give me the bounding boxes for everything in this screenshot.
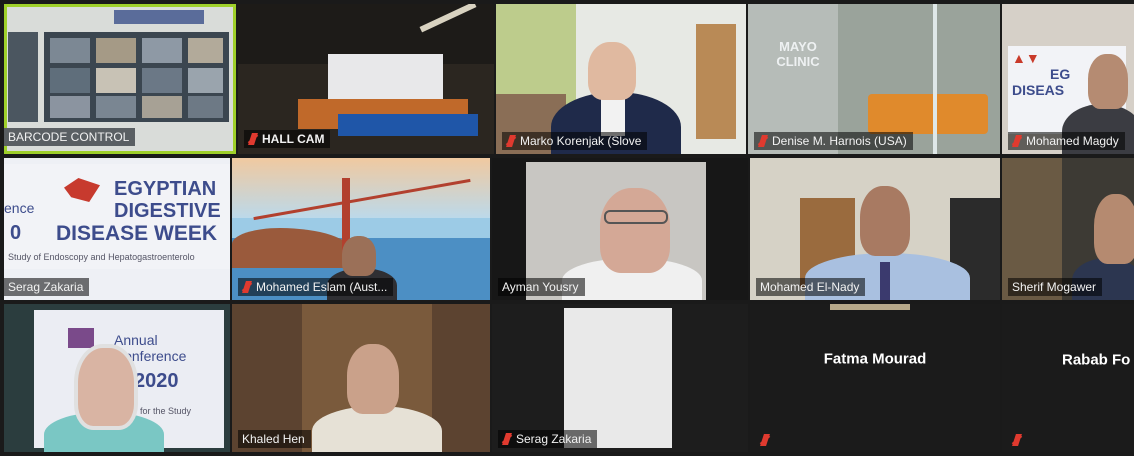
tile-ayman-yousry[interactable]: Ayman Yousry — [492, 158, 748, 300]
tile-sherif-mogawer[interactable]: Sherif Mogawer — [1002, 158, 1134, 300]
name-tag: HALL CAM — [244, 130, 331, 148]
muted-mic-icon — [1012, 135, 1022, 147]
participant-name: Khaled Hen — [242, 432, 305, 446]
participant-name: Marko Korenjak (Slove — [520, 134, 642, 148]
name-tag: Mohamed Magdy — [1008, 132, 1125, 150]
name-tag: Denise M. Harnois (USA) — [754, 132, 913, 150]
participant-name: Rabab Fo — [1062, 351, 1131, 369]
participant-name: Denise M. Harnois (USA) — [772, 134, 907, 148]
muted-mic-icon — [502, 433, 512, 445]
participant-name: Ayman Yousry — [502, 280, 579, 294]
name-tag — [1008, 432, 1028, 448]
mayo-logo: MAYO CLINIC — [776, 39, 820, 69]
name-tag: Ayman Yousry — [498, 278, 585, 296]
participant-name: HALL CAM — [262, 132, 325, 146]
participant-name: Mohamed Eslam (Aust... — [256, 280, 388, 294]
name-tag: Mohamed Eslam (Aust... — [238, 278, 394, 296]
participant-name: Fatma Mourad — [823, 350, 927, 368]
tile-serag-zakaria-bottom[interactable]: Serag Zakaria — [492, 304, 748, 452]
participant-name: Serag Zakaria — [516, 432, 592, 446]
participant-name: Serag Zakaria — [8, 280, 84, 294]
muted-mic-icon — [760, 434, 770, 446]
participant-name: Mohamed El-Nady — [760, 280, 860, 294]
name-tag: Marko Korenjak (Slove — [502, 132, 648, 150]
tile-denise-harnois[interactable]: MAYO CLINIC Denise M. Harnois (USA) — [748, 4, 1000, 154]
tile-marko-korenjak[interactable]: Marko Korenjak (Slove — [496, 4, 746, 154]
name-tag — [756, 432, 776, 448]
name-tag: Khaled Hen — [238, 430, 311, 448]
muted-mic-icon — [758, 135, 768, 147]
nested-grid-preview — [44, 32, 229, 122]
name-tag: Mohamed El-Nady — [756, 278, 866, 296]
tile-conference-speaker[interactable]: Annual Conference 2020 Society for the S… — [4, 304, 230, 452]
tile-mohamed-eslam[interactable]: Mohamed Eslam (Aust... — [232, 158, 490, 300]
hall-banner — [328, 54, 443, 99]
tile-mohamed-el-nady[interactable]: Mohamed El-Nady — [750, 158, 1000, 300]
name-tag: Sherif Mogawer — [1008, 278, 1103, 296]
tile-khaled-hen[interactable]: Khaled Hen — [232, 304, 490, 452]
muted-mic-icon — [1012, 434, 1022, 446]
participant-name: Sherif Mogawer — [1012, 280, 1097, 294]
tile-mohamed-magdy[interactable]: ▲▼ EG DISEAS Mohamed Magdy — [1002, 4, 1134, 154]
muted-mic-icon — [242, 281, 252, 293]
name-tag: Serag Zakaria — [4, 278, 90, 296]
participant-name: BARCODE CONTROL — [8, 130, 130, 144]
tile-rabab-fo[interactable]: Rabab Fo — [1002, 304, 1134, 452]
tile-fatma-mourad[interactable]: Fatma Mourad — [750, 304, 1000, 452]
muted-mic-icon — [248, 133, 258, 145]
muted-mic-icon — [506, 135, 516, 147]
video-grid: BARCODE CONTROL HALL CAM Marko Korenjak … — [0, 0, 1134, 456]
name-tag: BARCODE CONTROL — [4, 128, 136, 146]
tile-hall-cam[interactable]: HALL CAM — [238, 4, 494, 154]
egyptian-digestive-banner: EGYPTIAN DIGESTIVE DISEASE WEEK ence 0 S… — [4, 164, 230, 269]
tile-serag-zakaria-top[interactable]: EGYPTIAN DIGESTIVE DISEASE WEEK ence 0 S… — [4, 158, 230, 300]
name-tag: Serag Zakaria — [498, 430, 598, 448]
tile-barcode-control[interactable]: BARCODE CONTROL — [4, 4, 236, 154]
participant-name: Mohamed Magdy — [1026, 134, 1119, 148]
